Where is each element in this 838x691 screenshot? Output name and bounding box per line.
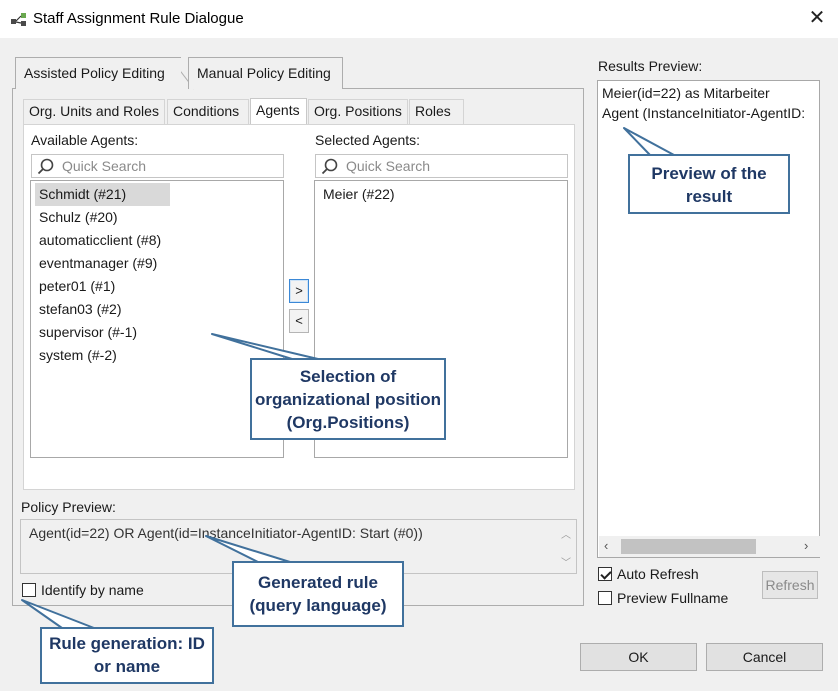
tab-assisted-policy-editing[interactable]: Assisted Policy Editing [15,57,181,89]
tab-agents[interactable]: Agents [250,98,307,124]
callout-preview: Preview of the result [628,154,790,214]
tab-label: Assisted Policy Editing [24,65,165,81]
tab-label: Agents [256,102,300,118]
callout-rule-generation: Rule generation: ID or name [40,627,214,684]
callout-pointers [21,127,675,631]
callout-selection: Selection of organizational position (Or… [250,358,446,440]
callout-generated-rule: Generated rule (query language) [232,561,404,627]
